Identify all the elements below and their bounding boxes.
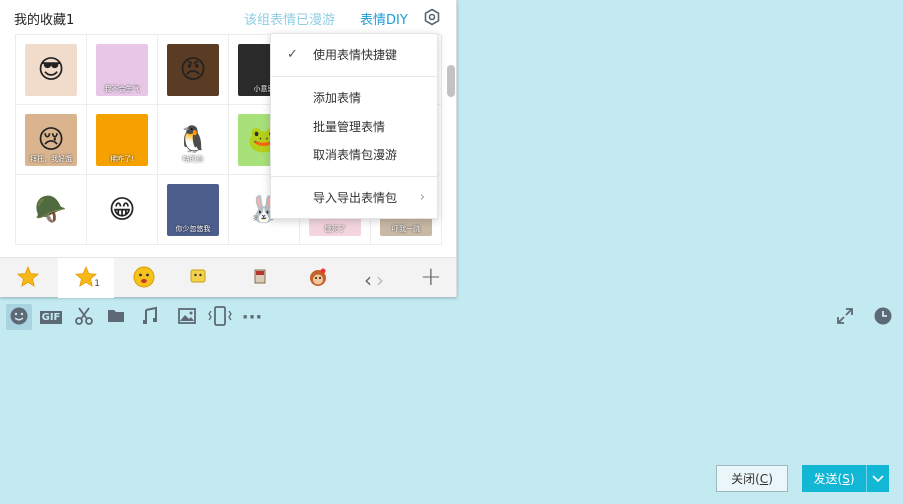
star-favorites-tab[interactable]: 1	[58, 258, 114, 298]
close-button-label-end: )	[768, 472, 773, 486]
folder-icon	[106, 306, 126, 329]
chevron-right-icon: ›	[419, 190, 425, 205]
monkey-icon	[306, 265, 330, 292]
menu-divider	[271, 76, 437, 77]
pack-icon	[249, 266, 271, 291]
sticker-cell[interactable]: 😢 拜托，我好饿	[16, 105, 87, 175]
gif-icon: GIF	[39, 310, 63, 324]
menu-divider	[271, 176, 437, 177]
pack-tab-2[interactable]	[232, 258, 288, 298]
music-button[interactable]	[137, 304, 163, 330]
angry-face-icon	[132, 265, 156, 292]
screenshot-button[interactable]	[71, 304, 97, 330]
chevron-down-icon	[872, 472, 884, 486]
shake-button[interactable]	[207, 304, 233, 330]
check-icon: ✓	[287, 47, 298, 62]
sticker-glyph: 🐧	[176, 124, 210, 155]
sticker-caption: 你少忽悠我	[175, 224, 211, 233]
crying-baby-sticker: 😢 拜托，我好饿	[25, 113, 77, 166]
sticker-cell[interactable]: 😠	[158, 35, 229, 105]
emoji-diy-link[interactable]: 表情DIY	[360, 9, 408, 28]
roam-status-text: 该组表情已漫游	[244, 13, 336, 28]
send-options-button[interactable]	[866, 465, 889, 492]
expand-button[interactable]	[832, 304, 858, 330]
emoji-face-tab[interactable]	[116, 258, 172, 298]
menu-item-label: 取消表情包漫游	[313, 148, 398, 162]
menu-item-cancel-roam[interactable]: 取消表情包漫游	[271, 142, 437, 168]
baby-sunglasses-sticker: 😎	[25, 43, 77, 96]
sticker-cell[interactable]: 🪖	[16, 175, 87, 245]
smiley-icon	[9, 306, 29, 329]
sticker-caption: 咕的白	[182, 154, 204, 163]
menu-item-label: 使用表情快捷键	[313, 48, 398, 62]
scissors-icon	[74, 306, 94, 329]
phone-shake-icon	[208, 305, 232, 330]
monkey-pack-tab[interactable]	[290, 258, 346, 298]
penguin-sticker: 🐧 咕的白	[167, 113, 219, 166]
expand-icon	[835, 306, 855, 329]
star-tab[interactable]	[0, 258, 56, 298]
pack-icon	[187, 266, 209, 291]
pack-tab-1[interactable]	[170, 258, 226, 298]
sticker-caption: 我不会生气	[104, 84, 140, 93]
scrollbar-thumb[interactable]	[447, 65, 455, 97]
sticker-cell[interactable]: 🐧 咕的白	[158, 105, 229, 175]
sticker-cell[interactable]: 稀咋了!	[87, 105, 158, 175]
image-icon	[177, 306, 197, 329]
emoji-tab-bar: 1 ‹› +	[0, 257, 456, 298]
file-button[interactable]	[103, 304, 129, 330]
yellow-grin-sticker: 😁	[96, 183, 148, 236]
add-pack-button[interactable]: +	[420, 262, 442, 292]
tab-nav: ‹›	[364, 268, 388, 292]
menu-item-import-export[interactable]: 导入导出表情包 ›	[271, 185, 437, 211]
sticker-glyph: 🪖	[34, 194, 68, 225]
close-button-shortcut: C	[759, 472, 769, 486]
angry-man-sticker: 😠	[167, 43, 219, 96]
more-button[interactable]: ···	[239, 304, 265, 330]
menu-item-batch-manage[interactable]: 批量管理表情	[271, 114, 437, 140]
input-toolbar: GIF ···	[0, 298, 903, 336]
sticker-caption: 饿死了	[324, 224, 346, 233]
close-button[interactable]: 关闭(C)	[716, 465, 788, 492]
menu-item-label: 添加表情	[313, 91, 362, 105]
menu-item-shortcut[interactable]: ✓ 使用表情快捷键	[271, 42, 437, 68]
settings-icon[interactable]	[423, 8, 441, 26]
sticker-cell[interactable]: 😎	[16, 35, 87, 105]
settings-menu: ✓ 使用表情快捷键 添加表情 批量管理表情 取消表情包漫游 导入导出表情包 ›	[270, 33, 438, 219]
panel-title: 我的收藏1	[14, 13, 75, 28]
image-button[interactable]	[174, 304, 200, 330]
gif-button[interactable]: GIF	[38, 304, 64, 330]
sticker-caption: 吓我一跳	[392, 224, 420, 233]
tab-badge: 1	[94, 279, 100, 289]
send-button-label: 发送(	[813, 472, 843, 486]
sticker-glyph: 😠	[179, 54, 207, 85]
sticker-cell[interactable]: 我不会生气	[87, 35, 158, 105]
menu-item-add-emoji[interactable]: 添加表情	[271, 85, 437, 111]
old-man-sticker: 你少忽悠我	[167, 183, 219, 236]
send-button-label-end: )	[849, 472, 855, 486]
clock-icon	[873, 306, 893, 329]
menu-item-label: 批量管理表情	[313, 120, 386, 134]
sticker-glyph: 😁	[108, 194, 136, 225]
green-helmet-sticker: 🪖	[25, 183, 77, 236]
music-icon	[140, 306, 160, 329]
purple-wig-sticker: 我不会生气	[96, 43, 148, 96]
send-button-shortcut: S	[842, 472, 850, 486]
chevron-right-icon[interactable]: ›	[376, 268, 388, 292]
sticker-glyph: 😎	[37, 54, 65, 85]
sticker-cell[interactable]: 😁	[87, 175, 158, 245]
menu-item-label: 导入导出表情包	[313, 191, 398, 205]
sticker-glyph: 😢	[37, 124, 65, 155]
sticker-caption: 稀咋了!	[110, 154, 134, 163]
close-button-label: 关闭(	[731, 472, 760, 486]
history-button[interactable]	[870, 304, 896, 330]
send-button[interactable]: 发送(S)	[802, 465, 866, 492]
emoji-button[interactable]	[6, 304, 32, 330]
chevron-left-icon[interactable]: ‹	[364, 268, 376, 292]
sticker-caption: 拜托，我好饿	[30, 154, 72, 163]
sticker-cell[interactable]: 你少忽悠我	[158, 175, 229, 245]
red-creature-sticker: 稀咋了!	[96, 113, 148, 166]
star-icon	[16, 265, 40, 292]
